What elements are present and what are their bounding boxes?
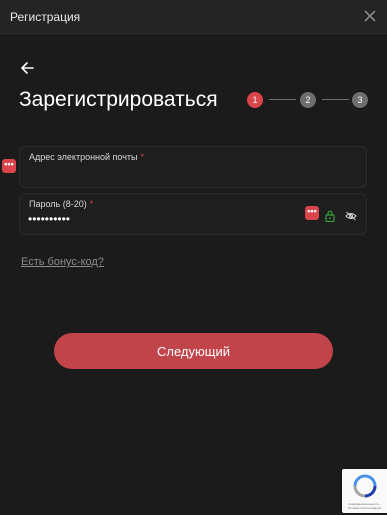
title-bar: Регистрация [0,0,387,34]
email-field[interactable]: Адрес электронной почты * [19,146,367,188]
password-label: Пароль (8-20) * [29,199,94,209]
password-value[interactable]: •••••••••• [28,212,70,226]
step-2: 2 [300,92,316,108]
step-connector [322,99,349,100]
recaptcha-icon [353,474,377,498]
arrow-left-icon[interactable] [19,60,35,76]
autofill-icon[interactable]: ••• [305,206,319,220]
autofill-icon[interactable]: ••• [2,159,16,173]
eye-off-icon[interactable] [345,211,357,221]
bonus-code-link[interactable]: Есть бонус-код? [21,256,104,268]
step-indicator: 1 2 3 [247,92,368,108]
window-title: Регистрация [10,10,81,24]
recaptcha-text: Конфиденциальность - Условия использован… [347,502,382,510]
step-3: 3 [352,92,368,108]
step-1: 1 [247,92,263,108]
page-title: Зарегистрироваться [19,88,218,111]
lock-icon [325,210,335,222]
close-icon[interactable] [363,9,377,23]
next-button[interactable]: Следующий [54,333,333,369]
step-connector [269,99,296,100]
email-label: Адрес электронной почты * [29,152,145,162]
recaptcha-badge[interactable]: Конфиденциальность - Условия использован… [342,469,387,513]
